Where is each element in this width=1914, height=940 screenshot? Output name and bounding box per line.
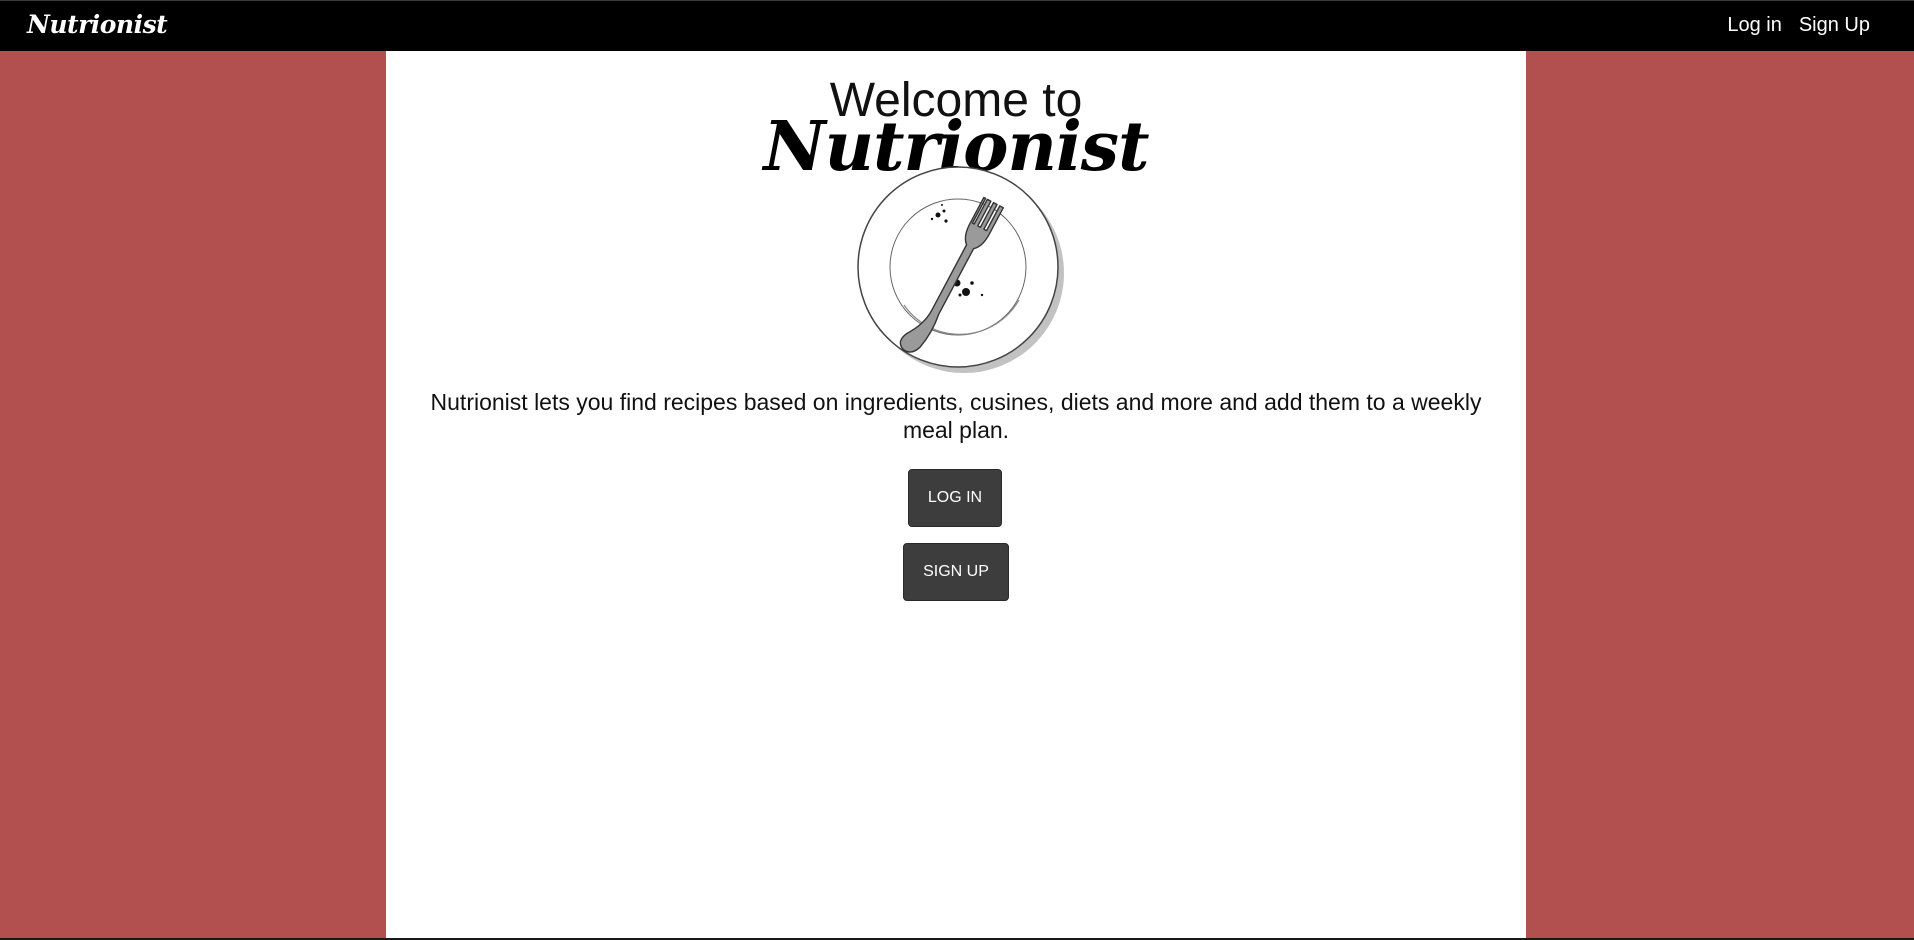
nav-signup-link[interactable]: Sign Up	[1799, 14, 1870, 37]
signup-button[interactable]: SIGN UP	[903, 543, 1009, 601]
description-text: Nutrionist lets you find recipes based o…	[430, 389, 1482, 443]
main-content: Welcome to Nutrionist Nutrionist lets yo…	[386, 51, 1526, 940]
top-navbar: Nutrionist Log in Sign Up	[0, 0, 1914, 51]
plate-with-fork-icon	[857, 166, 1064, 373]
brand-logo[interactable]: Nutrionist	[27, 10, 168, 39]
login-button[interactable]: LOG IN	[908, 469, 1002, 527]
nav-login-link[interactable]: Log in	[1727, 14, 1782, 37]
nav-links: Log in Sign Up	[1727, 14, 1870, 37]
